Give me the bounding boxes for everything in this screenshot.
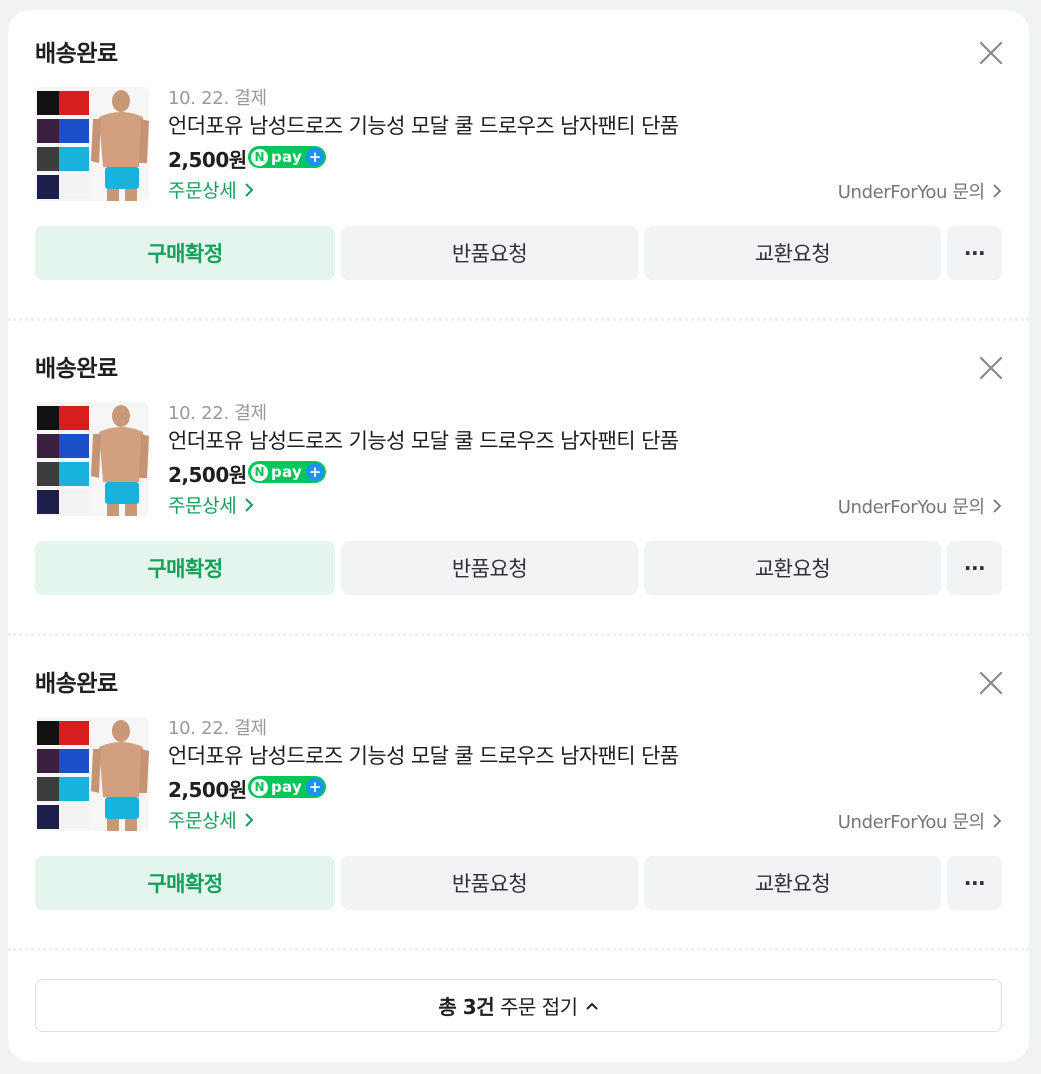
npay-label: pay — [271, 778, 303, 796]
seller-inquiry-label: UnderForYou 문의 — [837, 182, 985, 203]
chevron-right-icon — [993, 499, 1002, 513]
npay-n-icon: N — [251, 778, 268, 796]
close-icon[interactable] — [976, 668, 1006, 698]
more-options-button[interactable]: ··· — [947, 856, 1002, 910]
npay-plus-badge: N pay + — [248, 461, 326, 483]
product-thumbnail[interactable] — [35, 87, 149, 201]
order-detail-label: 주문상세 — [168, 810, 237, 832]
chevron-right-icon — [245, 498, 254, 512]
npay-n-icon: N — [251, 463, 268, 481]
plus-icon: + — [306, 148, 325, 166]
order-status: 배송완료 — [35, 356, 118, 382]
return-request-button[interactable]: 반품요청 — [341, 541, 638, 595]
order-detail-label: 주문상세 — [168, 495, 237, 517]
order-detail-link[interactable]: 주문상세 — [168, 491, 254, 518]
npay-label: pay — [271, 463, 303, 481]
chevron-right-icon — [993, 184, 1002, 198]
order-item: 배송완료 10. 22. 결제 언더포유 남성드로즈 기능성 모달 쿨 드로우즈… — [8, 325, 1029, 640]
product-thumbnail[interactable] — [35, 717, 149, 831]
plus-icon: + — [306, 778, 325, 796]
collapse-label: 주문 접기 — [500, 995, 578, 1019]
product-name[interactable]: 언더포유 남성드로즈 기능성 모달 쿨 드로우즈 남자팬티 단품 — [168, 110, 679, 140]
order-list-card: 총 3건 주문 접기 배송완료 10. 22. 결제 언더포유 남성드로즈 기능… — [8, 10, 1029, 1062]
return-request-button[interactable]: 반품요청 — [341, 226, 638, 280]
order-status: 배송완료 — [35, 671, 118, 697]
chevron-up-icon — [585, 1002, 598, 1010]
order-divider — [8, 948, 1029, 951]
seller-inquiry-label: UnderForYou 문의 — [837, 497, 985, 518]
npay-plus-badge: N pay + — [248, 146, 326, 168]
product-name[interactable]: 언더포유 남성드로즈 기능성 모달 쿨 드로우즈 남자팬티 단품 — [168, 425, 679, 455]
product-price: 2,500원 — [168, 463, 247, 487]
return-request-button[interactable]: 반품요청 — [341, 856, 638, 910]
order-detail-label: 주문상세 — [168, 180, 237, 202]
seller-inquiry-link[interactable]: UnderForYou 문의 — [838, 808, 1002, 834]
order-date: 10. 22. 결제 — [168, 88, 267, 109]
order-date: 10. 22. 결제 — [168, 403, 267, 424]
order-detail-link[interactable]: 주문상세 — [168, 806, 254, 833]
exchange-request-button[interactable]: 교환요청 — [644, 856, 941, 910]
npay-label: pay — [271, 148, 303, 166]
more-options-button[interactable]: ··· — [947, 541, 1002, 595]
chevron-right-icon — [245, 183, 254, 197]
order-item: 배송완료 10. 22. 결제 언더포유 남성드로즈 기능성 모달 쿨 드로우즈… — [8, 10, 1029, 325]
order-date: 10. 22. 결제 — [168, 718, 267, 739]
order-divider — [8, 318, 1029, 321]
order-item: 배송완료 10. 22. 결제 언더포유 남성드로즈 기능성 모달 쿨 드로우즈… — [8, 640, 1029, 955]
close-icon[interactable] — [976, 353, 1006, 383]
order-detail-link[interactable]: 주문상세 — [168, 176, 254, 203]
more-options-button[interactable]: ··· — [947, 226, 1002, 280]
purchase-confirm-button[interactable]: 구매확정 — [35, 856, 335, 910]
npay-n-icon: N — [251, 148, 268, 166]
seller-inquiry-link[interactable]: UnderForYou 문의 — [838, 493, 1002, 519]
order-count-label: 총 3건 — [438, 995, 495, 1019]
product-name[interactable]: 언더포유 남성드로즈 기능성 모달 쿨 드로우즈 남자팬티 단품 — [168, 740, 679, 770]
product-price: 2,500원 — [168, 778, 247, 802]
close-icon[interactable] — [976, 38, 1006, 68]
product-thumbnail[interactable] — [35, 402, 149, 516]
npay-plus-badge: N pay + — [248, 776, 326, 798]
order-divider — [8, 633, 1029, 636]
seller-inquiry-label: UnderForYou 문의 — [837, 812, 985, 833]
seller-inquiry-link[interactable]: UnderForYou 문의 — [838, 178, 1002, 204]
chevron-right-icon — [245, 813, 254, 827]
purchase-confirm-button[interactable]: 구매확정 — [35, 226, 335, 280]
chevron-right-icon — [993, 814, 1002, 828]
plus-icon: + — [306, 463, 325, 481]
purchase-confirm-button[interactable]: 구매확정 — [35, 541, 335, 595]
product-price: 2,500원 — [168, 148, 247, 172]
exchange-request-button[interactable]: 교환요청 — [644, 541, 941, 595]
collapse-orders-button[interactable]: 총 3건 주문 접기 — [35, 979, 1002, 1032]
exchange-request-button[interactable]: 교환요청 — [644, 226, 941, 280]
order-status: 배송완료 — [35, 41, 118, 67]
